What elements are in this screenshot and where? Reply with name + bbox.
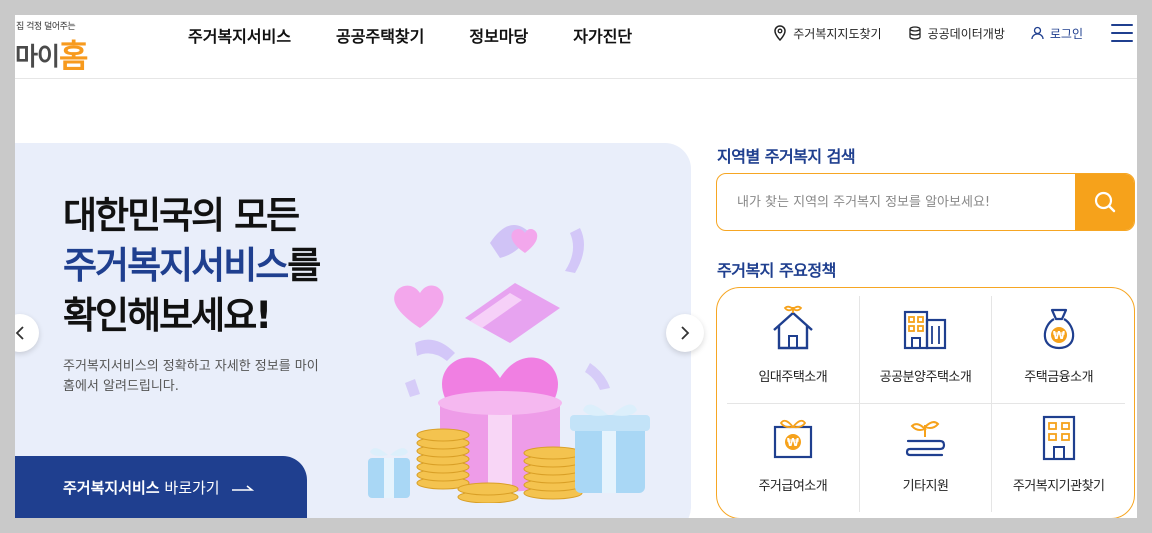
hero-banner: 대한민국의 모든 주거복지서비스를 확인해보세요! 주거복지서비스의 정확하고 … <box>15 143 691 518</box>
policy-item-public-sale-housing[interactable]: 공공분양주택소개 <box>859 296 993 404</box>
user-icon <box>1031 26 1044 40</box>
banner-title-line1: 대한민국의 모든 <box>63 194 300 237</box>
banner-cta-button[interactable]: 주거복지서비스 바로가기 <box>15 456 307 518</box>
page: 집 걱정 덜어주는 마이홈 주거복지서비스 공공주택찾기 정보마당 자가진단 주… <box>15 15 1137 518</box>
nav-public-housing-search[interactable]: 공공주택찾기 <box>336 23 424 47</box>
chevron-left-icon <box>15 326 24 340</box>
hamburger-menu-icon[interactable] <box>1111 24 1133 42</box>
banner-title: 대한민국의 모든 주거복지서비스를 확인해보세요! <box>63 191 321 341</box>
login-label: 로그인 <box>1049 26 1083 41</box>
policy-label: 주거급여소개 <box>758 479 828 494</box>
policy-section-title: 주거복지 주요정책 <box>717 261 836 280</box>
login-link[interactable]: 로그인 <box>1031 25 1083 42</box>
regional-search-title: 지역별 주거복지 검색 <box>717 147 856 166</box>
banner-title-particle: 를 <box>287 244 321 287</box>
banner-title-line2: 주거복지서비스를 <box>63 241 321 291</box>
search-icon <box>1094 191 1115 213</box>
banner-title-line3: 확인해보세요! <box>63 294 272 337</box>
database-icon <box>908 26 921 40</box>
policy-item-welfare-agency-search[interactable]: 주거복지기관찾기 <box>992 404 1125 512</box>
policy-label: 주택금융소개 <box>1024 370 1094 385</box>
banner-cta-rest: 바로가기 <box>164 479 220 497</box>
location-pin-icon <box>774 25 787 41</box>
utility-nav: 주거복지지도찾기 공공데이터개방 로그인 <box>773 24 1137 42</box>
svg-text:₩: ₩ <box>1053 329 1065 342</box>
banner-description: 주거복지서비스의 정확하고 자세한 정보를 마이홈에서 알려드립니다. <box>63 359 319 394</box>
policy-panel: 임대주택소개 공공분양주택소개 ₩ 주택금융소개 ₩ 주거급여소개 기타지원 주… <box>716 287 1135 518</box>
regional-search-box <box>716 173 1135 231</box>
chevron-right-icon <box>681 326 690 340</box>
gift-box-illustration <box>368 225 650 503</box>
logo-name-part: 마이 <box>15 42 60 71</box>
open-data-label: 공공데이터개방 <box>927 26 1005 41</box>
nav-self-diagnosis[interactable]: 자가진단 <box>573 23 632 47</box>
search-button[interactable] <box>1075 174 1134 230</box>
logo-name-home: 홈 <box>59 37 88 75</box>
logo-name: 마이홈 <box>15 29 88 75</box>
policy-item-rental-housing[interactable]: 임대주택소개 <box>727 296 860 404</box>
policy-item-housing-benefit[interactable]: ₩ 주거급여소개 <box>727 404 860 512</box>
main-nav: 주거복지서비스 공공주택찾기 정보마당 자가진단 <box>188 23 677 47</box>
money-bag-icon: ₩ <box>1043 308 1074 350</box>
policy-label: 임대주택소개 <box>758 370 828 385</box>
policy-item-other-support[interactable]: 기타지원 <box>860 404 993 512</box>
sprout-hand-icon <box>906 421 946 457</box>
policy-item-housing-finance[interactable]: ₩ 주택금융소개 <box>992 296 1125 404</box>
banner-cta-bold: 주거복지서비스 <box>63 479 160 497</box>
logo[interactable]: 집 걱정 덜어주는 마이홈 <box>15 15 125 75</box>
apartment-buildings-icon <box>904 310 947 350</box>
policy-label: 주거복지기관찾기 <box>1012 479 1105 494</box>
nav-housing-welfare-service[interactable]: 주거복지서비스 <box>188 23 291 47</box>
regional-search-input[interactable] <box>717 174 1076 230</box>
policy-label: 기타지원 <box>902 479 949 494</box>
open-data-link[interactable]: 공공데이터개방 <box>908 25 1005 42</box>
banner-next-button[interactable] <box>666 314 704 352</box>
house-sprout-icon <box>773 305 813 350</box>
header: 집 걱정 덜어주는 마이홈 주거복지서비스 공공주택찾기 정보마당 자가진단 주… <box>15 15 1137 79</box>
welfare-map-link[interactable]: 주거복지지도찾기 <box>773 25 882 42</box>
policy-label: 공공분양주택소개 <box>879 370 972 385</box>
policy-grid: 임대주택소개 공공분양주택소개 ₩ 주택금융소개 ₩ 주거급여소개 기타지원 주… <box>727 296 1125 512</box>
banner-title-highlight: 주거복지서비스 <box>63 244 289 287</box>
long-arrow-right-icon <box>232 484 255 491</box>
welfare-map-label: 주거복지지도찾기 <box>793 26 882 41</box>
svg-text:₩: ₩ <box>787 436 799 449</box>
nav-info-board[interactable]: 정보마당 <box>469 23 528 47</box>
gift-won-icon: ₩ <box>773 419 812 459</box>
office-building-icon <box>1042 415 1075 461</box>
